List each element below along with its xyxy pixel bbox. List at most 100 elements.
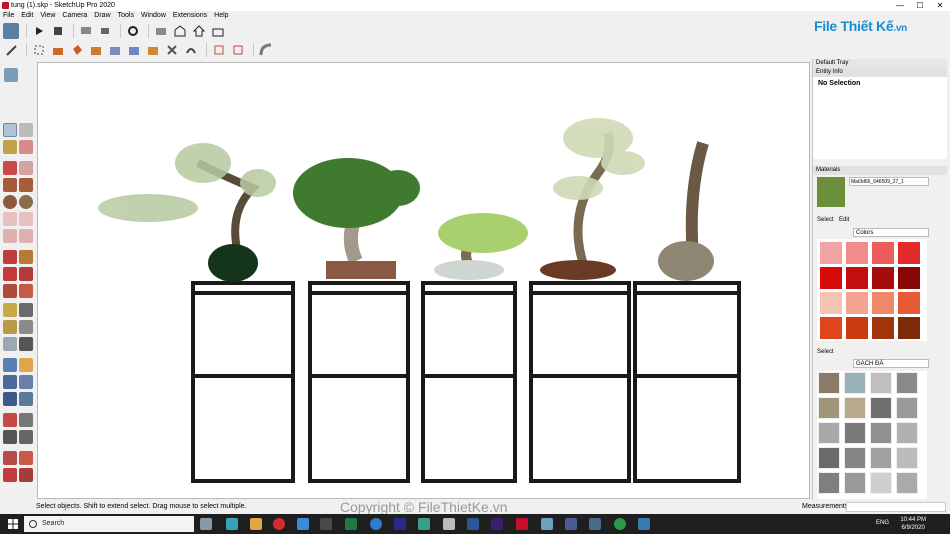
edit-tab[interactable]: Edit bbox=[839, 217, 849, 223]
menu-help[interactable]: Help bbox=[214, 11, 228, 21]
opera-icon[interactable] bbox=[273, 518, 285, 530]
texture-swatch[interactable] bbox=[896, 422, 918, 444]
solid-union-icon[interactable] bbox=[126, 42, 142, 58]
curve-icon[interactable] bbox=[258, 42, 274, 58]
model-info-icon[interactable] bbox=[3, 22, 19, 39]
freehand-icon[interactable] bbox=[19, 161, 33, 175]
warehouse-icon[interactable] bbox=[172, 23, 188, 39]
arc-icon[interactable] bbox=[3, 212, 17, 226]
model-viewport[interactable] bbox=[37, 62, 810, 499]
measurements-input[interactable] bbox=[846, 502, 946, 512]
home-icon[interactable] bbox=[191, 23, 207, 39]
pushpull-left-icon[interactable] bbox=[19, 250, 33, 264]
add-location-icon[interactable] bbox=[19, 451, 33, 465]
dimension-icon[interactable] bbox=[19, 303, 33, 317]
menu-view[interactable]: View bbox=[40, 11, 55, 21]
materials-header[interactable]: Materials bbox=[813, 166, 947, 175]
app6-icon[interactable] bbox=[614, 518, 626, 530]
texture-swatch[interactable] bbox=[844, 447, 866, 469]
orbit-icon[interactable] bbox=[3, 358, 17, 372]
zoom-icon[interactable] bbox=[3, 375, 17, 389]
language-indicator[interactable]: ENG bbox=[876, 520, 889, 526]
zoom-window-icon[interactable] bbox=[19, 375, 33, 389]
make-component-icon[interactable] bbox=[19, 123, 33, 137]
app5-icon[interactable] bbox=[589, 518, 601, 530]
color-swatch[interactable] bbox=[846, 317, 868, 339]
texture-swatch[interactable] bbox=[844, 472, 866, 494]
look-around-icon[interactable] bbox=[19, 413, 33, 427]
scene-tool-icon[interactable] bbox=[4, 68, 18, 82]
ruby-icon[interactable] bbox=[19, 468, 33, 482]
color-swatch[interactable] bbox=[846, 242, 868, 264]
eraser-icon[interactable] bbox=[19, 140, 33, 154]
photos-icon[interactable] bbox=[320, 518, 332, 530]
menu-camera[interactable]: Camera bbox=[62, 11, 87, 21]
material-name-field[interactable]: Mat3d66_646509_27_1 bbox=[849, 177, 929, 186]
followme-left-icon[interactable] bbox=[19, 267, 33, 281]
play-icon[interactable] bbox=[31, 23, 47, 39]
texture-swatch[interactable] bbox=[844, 422, 866, 444]
bounding-box-2-icon[interactable] bbox=[230, 42, 246, 58]
menu-window[interactable]: Window bbox=[141, 11, 166, 21]
bounding-box-icon[interactable] bbox=[211, 42, 227, 58]
menu-extensions[interactable]: Extensions bbox=[173, 11, 207, 21]
app3-icon[interactable] bbox=[541, 518, 553, 530]
gear-icon[interactable] bbox=[125, 23, 141, 39]
color-swatch[interactable] bbox=[872, 292, 894, 314]
axes-icon[interactable] bbox=[3, 337, 17, 351]
texture-swatch[interactable] bbox=[818, 397, 840, 419]
color-swatch[interactable] bbox=[820, 242, 842, 264]
menu-tools[interactable]: Tools bbox=[118, 11, 134, 21]
rotated-rect-icon[interactable] bbox=[19, 178, 33, 192]
close-button[interactable]: ✕ bbox=[930, 0, 950, 11]
color-swatch[interactable] bbox=[846, 267, 868, 289]
move-icon[interactable] bbox=[3, 250, 17, 264]
collection-select[interactable]: Colors bbox=[853, 228, 929, 237]
texture-swatch[interactable] bbox=[896, 447, 918, 469]
file-explorer-icon[interactable] bbox=[250, 518, 262, 530]
color-swatch[interactable] bbox=[872, 317, 894, 339]
sandbox-icon[interactable] bbox=[3, 451, 17, 465]
pan-icon[interactable] bbox=[19, 358, 33, 372]
select-arrow-icon[interactable] bbox=[3, 123, 17, 137]
pencil-icon[interactable] bbox=[3, 42, 19, 58]
texture-swatch[interactable] bbox=[870, 372, 892, 394]
share-model-icon[interactable] bbox=[210, 23, 226, 39]
two-point-arc-icon[interactable] bbox=[19, 212, 33, 226]
texture-swatch[interactable] bbox=[870, 397, 892, 419]
follow-me-icon[interactable] bbox=[88, 42, 104, 58]
select-box-icon[interactable] bbox=[31, 42, 47, 58]
texture-swatch[interactable] bbox=[870, 422, 892, 444]
select-tab[interactable]: Select bbox=[817, 217, 834, 223]
paint-bucket-icon[interactable] bbox=[69, 42, 85, 58]
color-swatch[interactable] bbox=[820, 292, 842, 314]
photoshop-icon[interactable] bbox=[394, 518, 406, 530]
texture-swatch[interactable] bbox=[896, 372, 918, 394]
intersect-icon[interactable] bbox=[164, 42, 180, 58]
texture-swatch[interactable] bbox=[844, 397, 866, 419]
clock[interactable]: 10:44 PM 6/9/2020 bbox=[900, 516, 926, 532]
layers-icon[interactable] bbox=[97, 23, 113, 39]
offset-icon[interactable] bbox=[107, 42, 123, 58]
line-icon[interactable] bbox=[3, 161, 17, 175]
menu-draw[interactable]: Draw bbox=[94, 11, 110, 21]
rotate-icon[interactable] bbox=[3, 267, 17, 281]
protractor-icon[interactable] bbox=[3, 320, 17, 334]
color-swatch[interactable] bbox=[898, 267, 920, 289]
excel-icon[interactable] bbox=[345, 518, 357, 530]
minimize-button[interactable]: — bbox=[890, 0, 910, 11]
menu-edit[interactable]: Edit bbox=[21, 11, 33, 21]
footprints-icon[interactable] bbox=[19, 430, 33, 444]
extension-icon[interactable] bbox=[3, 468, 17, 482]
maximize-button[interactable]: ☐ bbox=[910, 0, 930, 11]
push-pull-icon[interactable] bbox=[50, 42, 66, 58]
color-swatch[interactable] bbox=[846, 292, 868, 314]
texture-swatch[interactable] bbox=[818, 372, 840, 394]
entity-info-header[interactable]: Entity Info bbox=[813, 68, 947, 77]
position-camera-icon[interactable] bbox=[3, 413, 17, 427]
color-swatch[interactable] bbox=[898, 317, 920, 339]
texture-swatch[interactable] bbox=[870, 447, 892, 469]
text-tool-icon[interactable] bbox=[19, 320, 33, 334]
texture-swatch[interactable] bbox=[896, 472, 918, 494]
secondary-collection-select[interactable]: GẠCH ĐÁ bbox=[853, 359, 929, 368]
